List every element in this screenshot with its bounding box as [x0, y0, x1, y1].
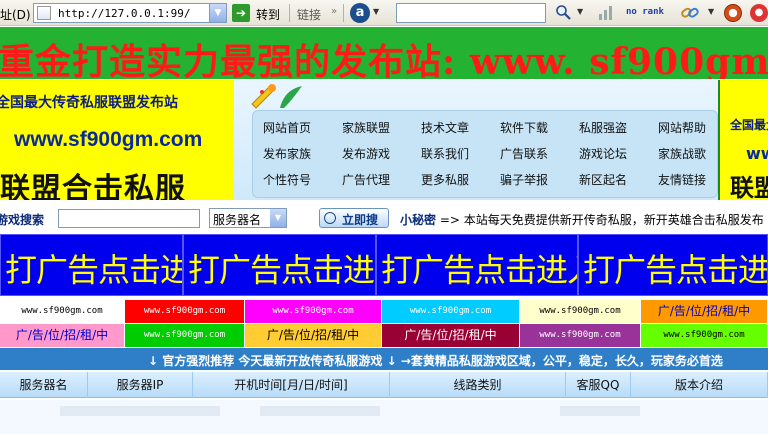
nav-link[interactable]: 联系我们: [421, 145, 500, 171]
search-field-selected: 服务器名: [213, 213, 262, 227]
nav-link[interactable]: 私服强盗: [579, 119, 658, 145]
news-ticker-label: 小秘密: [400, 213, 437, 227]
main-navigation: 网站首页 家族联盟 技术文章 软件下载 私服强盗 网站帮助 发布家族 发布游戏 联系我们 广告联系…: [234, 80, 718, 200]
nav-link[interactable]: 更多私服: [421, 171, 500, 197]
search-icon[interactable]: [555, 4, 571, 20]
toolbar-search-input[interactable]: [396, 3, 546, 23]
address-dropdown-icon[interactable]: ▼: [209, 3, 227, 23]
column-header[interactable]: 版本介绍: [631, 372, 768, 398]
search-submit-button[interactable]: 立即搜: [319, 208, 389, 228]
site-logo-icon: [251, 84, 302, 109]
address-label: 址(D): [0, 8, 31, 22]
nav-link[interactable]: 软件下载: [500, 119, 579, 145]
right-yellow-ad[interactable]: 全国最大 ww 联盟: [718, 80, 768, 200]
nav-link[interactable]: 广告代理: [342, 171, 421, 197]
column-header[interactable]: 客服QQ: [566, 372, 631, 398]
site-link-cell[interactable]: www.sf900gm.com: [520, 300, 641, 324]
ad-slot-cell[interactable]: 广/告/位/招/租/中: [382, 324, 520, 348]
headline-banner[interactable]: 重金打造实力最强的发布站: www. sf900gm.com: [0, 27, 768, 79]
row-placeholder: [560, 406, 640, 416]
stop-icon[interactable]: ●: [750, 4, 768, 22]
link-dropdown-icon[interactable]: ▼: [708, 7, 714, 16]
game-search-input[interactable]: [58, 209, 200, 228]
search-engine-dropdown-icon[interactable]: ▼: [373, 7, 379, 16]
browser-toolbar: 址(D) http://127.0.0.1:99/ ▼ ➔ 转到 链接 » a …: [0, 0, 768, 26]
chevron-down-icon[interactable]: ▼: [270, 209, 286, 227]
site-link-cell[interactable]: www.sf900gm.com: [125, 300, 245, 324]
right-ad-tagline: 全国最大: [730, 118, 768, 132]
site-link-cell[interactable]: www.sf900gm.com: [382, 300, 520, 324]
magnifier-icon: [324, 212, 336, 224]
right-ad-title: 联盟: [730, 173, 768, 200]
left-yellow-ad[interactable]: 全国最大传奇私服联盟发布站 www.sf900gm.com 联盟合击私服: [0, 80, 234, 200]
nav-panel: 网站首页 家族联盟 技术文章 软件下载 私服强盗 网站帮助 发布家族 发布游戏 联系我们 广告联系…: [252, 110, 718, 198]
left-ad-title: 联盟合击私服: [0, 172, 186, 200]
nav-link[interactable]: 技术文章: [421, 119, 500, 145]
headline-text: 重金打造实力最强的发布站: www. sf900gm.com: [0, 41, 768, 79]
toolbar-divider: [289, 4, 290, 22]
blue-ad-text: 打广告点击进入IS: [188, 251, 375, 289]
chain-link-icon[interactable]: [680, 4, 700, 22]
nav-link[interactable]: 新区起名: [579, 171, 658, 197]
go-arrow-icon[interactable]: ➔: [232, 4, 250, 22]
blue-ad-text: 打广告点击进入IS: [583, 251, 768, 289]
go-button[interactable]: 转到: [256, 6, 280, 23]
blue-ad-row: 打广告点击进入IS 打广告点击进入IS 打广告点击进入IS 打广告点击进入IS: [0, 234, 768, 296]
nav-link[interactable]: 网站首页: [263, 119, 342, 145]
nav-link[interactable]: 广告联系: [500, 145, 579, 171]
right-ad-url: ww: [746, 144, 768, 163]
row-placeholder: [260, 406, 380, 416]
site-link-cell[interactable]: www.sf900gm.com: [520, 324, 641, 348]
column-header[interactable]: 开机时间[月/日/时间]: [193, 372, 390, 398]
ad-slot-cell[interactable]: 广/告/位/招/租/中: [0, 324, 125, 348]
site-link-cell[interactable]: www.sf900gm.com: [641, 324, 768, 348]
ad-slot-cell[interactable]: 广/告/位/招/租/中: [641, 300, 768, 324]
site-link-cell[interactable]: www.sf900gm.com: [245, 300, 382, 324]
page-rank-icon: [599, 6, 612, 20]
blue-ad-banner[interactable]: 打广告点击进入IS: [0, 234, 183, 296]
blue-ad-text: 打广告点击进入IS: [381, 251, 577, 289]
nav-grid: 网站首页 家族联盟 技术文章 软件下载 私服强盗 网站帮助 发布家族 发布游戏 联系我们 广告联系…: [263, 119, 737, 197]
news-ticker[interactable]: 小秘密 => 本站每天免费提供新开传奇私服，新开英雄合击私服发布: [400, 211, 764, 228]
address-url[interactable]: http://127.0.0.1:99/: [58, 7, 190, 20]
blue-ad-banner[interactable]: 打广告点击进入IS: [578, 234, 768, 296]
nav-link[interactable]: 发布游戏: [342, 145, 421, 171]
news-ticker-text: => 本站每天免费提供新开传奇私服，新开英雄合击私服发布: [439, 213, 764, 227]
colored-link-grid: www.sf900gm.com www.sf900gm.com www.sf900g…: [0, 300, 768, 348]
recommendation-notice: ↓ 官方强烈推荐 今天最新开放传奇私服游戏 ↓ →套黄精品私服游戏区域，公平，稳…: [0, 348, 768, 370]
ad-slot-cell[interactable]: 广/告/位/招/租/中: [245, 324, 382, 348]
blue-ad-banner[interactable]: 打广告点击进入IS: [376, 234, 578, 296]
nav-link[interactable]: 骗子举报: [500, 171, 579, 197]
site-link-cell[interactable]: www.sf900gm.com: [0, 300, 125, 324]
nav-link[interactable]: 家族联盟: [342, 119, 421, 145]
left-ad-url: www.sf900gm.com: [14, 128, 203, 151]
row-placeholder: [60, 406, 220, 416]
game-search-label: 游戏搜索: [0, 213, 45, 227]
game-search-bar: 游戏搜索 服务器名 ▼ 立即搜 小秘密 => 本站每天免费提供新开传奇私服，新开…: [0, 206, 768, 230]
toolbar-grip-icon[interactable]: »: [331, 6, 337, 17]
page-icon: [37, 6, 51, 20]
blue-ad-banner[interactable]: 打广告点击进入IS: [183, 234, 376, 296]
links-button[interactable]: 链接: [297, 6, 321, 23]
nav-link[interactable]: 个性符号: [263, 171, 342, 197]
nav-link[interactable]: 游戏论坛: [579, 145, 658, 171]
search-dropdown-icon[interactable]: ▼: [577, 7, 583, 16]
left-ad-tagline: 全国最大传奇私服联盟发布站: [0, 95, 178, 111]
search-submit-label: 立即搜: [342, 213, 379, 227]
table-row[interactable]: [0, 400, 768, 434]
address-bar[interactable]: http://127.0.0.1:99/: [33, 3, 227, 23]
notice-text: ↓ 官方强烈推荐 今天最新开放传奇私服游戏 ↓ →套黄精品私服游戏区域，公平，稳…: [148, 354, 723, 368]
toolbar-divider: [343, 4, 344, 22]
search-engine-icon[interactable]: a: [350, 3, 370, 23]
blue-ad-text: 打广告点击进入IS: [5, 251, 182, 289]
search-field-select[interactable]: 服务器名 ▼: [209, 208, 287, 228]
server-table-header: 服务器名 服务器IP 开机时间[月/日/时间] 线路类别 客服QQ 版本介绍: [0, 372, 768, 398]
column-header[interactable]: 线路类别: [390, 372, 566, 398]
nav-link[interactable]: 发布家族: [263, 145, 342, 171]
column-header[interactable]: 服务器名: [0, 372, 88, 398]
column-header[interactable]: 服务器IP: [88, 372, 193, 398]
history-clock-icon[interactable]: [724, 4, 742, 22]
site-link-cell[interactable]: www.sf900gm.com: [125, 324, 245, 348]
page-rank-label: no rank: [626, 7, 664, 17]
